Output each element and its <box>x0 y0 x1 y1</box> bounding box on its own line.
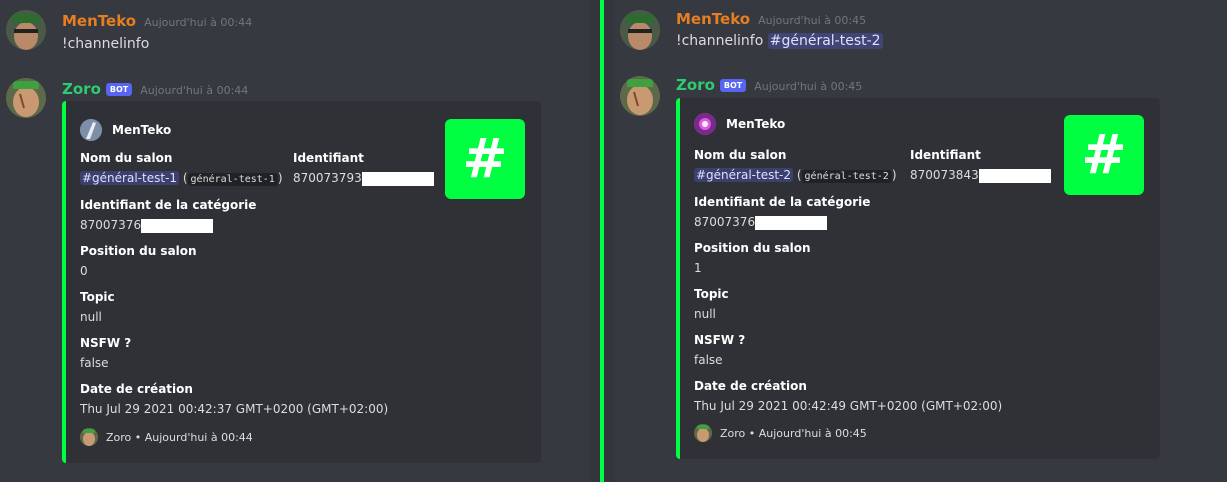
embed-author: MenTeko <box>694 113 785 135</box>
field-value-position: 1 <box>694 261 702 275</box>
field-value-created: Thu Jul 29 2021 00:42:49 GMT+0200 (GMT+0… <box>694 399 1003 413</box>
embed-footer: Zoro • Aujourd'hui à 00:44 <box>80 428 253 446</box>
message-timestamp: Aujourd'hui à 00:45 <box>758 14 867 27</box>
footer-text: Zoro • Aujourd'hui à 00:45 <box>720 426 867 440</box>
channel-info-embed: MenTeko # Nom du salon #général-test-2 (… <box>676 98 1160 459</box>
field-name-position: Position du salon <box>80 244 197 258</box>
channel-code: général-test-1 <box>187 173 278 186</box>
field-name-category-id: Identifiant de la catégorie <box>694 195 871 209</box>
message-content: !channelinfo #général-test-2 <box>676 33 883 49</box>
bot-message-header: Zoro BOT Aujourd'hui à 00:44 <box>62 80 248 98</box>
redaction-block <box>141 218 214 233</box>
redaction-block <box>755 215 828 230</box>
channel-hash-thumbnail: # <box>1064 115 1144 195</box>
field-name-channel: Nom du salon <box>694 148 787 162</box>
field-name-topic: Topic <box>694 287 729 301</box>
author-avatar-icon <box>694 113 716 135</box>
paren-close: ) <box>277 171 283 185</box>
hash-icon: # <box>462 127 508 190</box>
command-text: !channelinfo <box>676 33 764 49</box>
chat-panel-right: MenTeko Aujourd'hui à 00:45 !channelinfo… <box>614 0 1227 482</box>
user-avatar[interactable] <box>6 10 46 50</box>
user-message-header: MenTeko Aujourd'hui à 00:45 <box>676 10 866 28</box>
field-name-topic: Topic <box>80 290 115 304</box>
bot-username[interactable]: Zoro <box>62 80 101 98</box>
field-name-category-id: Identifiant de la catégorie <box>80 198 257 212</box>
chat-panel-left: MenTeko Aujourd'hui à 00:44 !channelinfo… <box>0 0 590 482</box>
redaction-block <box>361 171 434 186</box>
field-value-id: 870073843 <box>910 168 1051 183</box>
field-name-created: Date de création <box>694 379 807 393</box>
field-value-id: 870073793 <box>293 171 434 186</box>
bot-username[interactable]: Zoro <box>676 76 715 94</box>
field-value-topic: null <box>80 310 102 324</box>
field-name-channel: Nom du salon <box>80 151 173 165</box>
channel-id-text: 870073793 <box>293 171 362 185</box>
command-text: !channelinfo <box>62 36 150 52</box>
field-name-id: Identifiant <box>293 151 364 165</box>
bot-tag: BOT <box>719 79 747 92</box>
channel-id-text: 870073843 <box>910 168 979 182</box>
category-id-text: 87007376 <box>694 215 756 229</box>
embed-footer: Zoro • Aujourd'hui à 00:45 <box>694 424 867 442</box>
field-value-created: Thu Jul 29 2021 00:42:37 GMT+0200 (GMT+0… <box>80 402 389 416</box>
field-name-nsfw: NSFW ? <box>694 333 746 347</box>
message-timestamp: Aujourd'hui à 00:44 <box>144 16 253 29</box>
hash-icon: # <box>1081 123 1127 186</box>
paren-open: ( <box>796 168 802 182</box>
field-name-position: Position du salon <box>694 241 811 255</box>
redaction-block <box>978 168 1051 183</box>
user-message-header: MenTeko Aujourd'hui à 00:44 <box>62 12 252 30</box>
field-value-category-id: 87007376 <box>80 218 214 233</box>
footer-text: Zoro • Aujourd'hui à 00:44 <box>106 430 253 444</box>
embed-author-name[interactable]: MenTeko <box>112 123 171 137</box>
panel-divider <box>604 0 614 482</box>
message-content: !channelinfo <box>62 36 149 52</box>
paren-open: ( <box>182 171 188 185</box>
bot-avatar[interactable] <box>620 76 660 116</box>
bot-avatar[interactable] <box>6 78 46 118</box>
author-avatar-icon <box>80 119 102 141</box>
field-value-position: 0 <box>80 264 88 278</box>
field-value-nsfw: false <box>694 353 723 367</box>
footer-bot-icon <box>694 424 712 442</box>
panel-divider <box>590 0 600 482</box>
channel-code: général-test-2 <box>801 170 892 183</box>
user-avatar[interactable] <box>620 10 660 50</box>
channel-mention[interactable]: #général-test-1 <box>80 171 180 185</box>
field-value-topic: null <box>694 307 716 321</box>
embed-author-name[interactable]: MenTeko <box>726 117 785 131</box>
field-value-channel: #général-test-2 (général-test-2) <box>694 168 897 183</box>
channel-mention[interactable]: #général-test-2 <box>767 33 883 49</box>
field-name-created: Date de création <box>80 382 193 396</box>
field-value-nsfw: false <box>80 356 109 370</box>
channel-mention[interactable]: #général-test-2 <box>694 168 794 182</box>
channel-hash-thumbnail: # <box>445 119 525 199</box>
username[interactable]: MenTeko <box>62 12 136 30</box>
field-name-id: Identifiant <box>910 148 981 162</box>
embed-author: MenTeko <box>80 119 171 141</box>
bot-tag: BOT <box>105 83 133 96</box>
bot-message-header: Zoro BOT Aujourd'hui à 00:45 <box>676 76 862 94</box>
message-timestamp: Aujourd'hui à 00:45 <box>754 80 863 93</box>
footer-bot-icon <box>80 428 98 446</box>
channel-info-embed: MenTeko # Nom du salon #général-test-1 (… <box>62 101 541 463</box>
paren-close: ) <box>891 168 897 182</box>
username[interactable]: MenTeko <box>676 10 750 28</box>
field-value-category-id: 87007376 <box>694 215 828 230</box>
message-timestamp: Aujourd'hui à 00:44 <box>140 84 249 97</box>
category-id-text: 87007376 <box>80 218 142 232</box>
field-value-channel: #général-test-1 (général-test-1) <box>80 171 283 186</box>
field-name-nsfw: NSFW ? <box>80 336 132 350</box>
